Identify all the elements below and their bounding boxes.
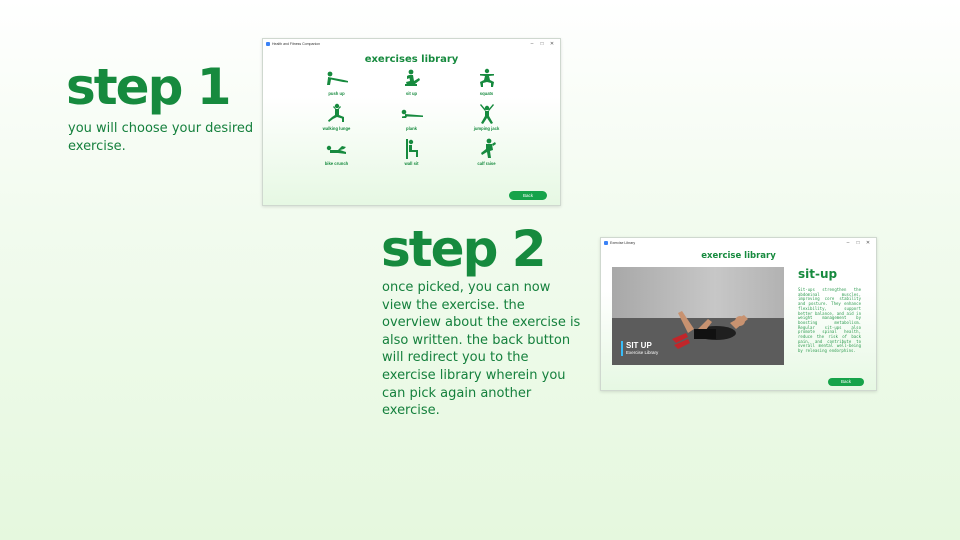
- plank-icon: [401, 109, 423, 118]
- exercise-detail-window: Exercise Library – □ ✕ exercise library …: [600, 237, 877, 391]
- exercise-tile-bike-crunch[interactable]: bike crunch: [299, 138, 374, 166]
- sit-up-icon: [404, 69, 420, 86]
- step1-title: step 1: [66, 58, 232, 116]
- walking-lunge-icon: [327, 103, 344, 122]
- video-subtitle: Exercise Library: [626, 350, 659, 355]
- close-icon[interactable]: ✕: [863, 240, 873, 246]
- video-caption: SIT UP Exercise Library: [621, 341, 658, 356]
- window-title: Exercise Library: [610, 240, 636, 245]
- window-titlebar: Health and Fitness Companion – □ ✕: [263, 39, 560, 48]
- sit-up-person-image: [672, 311, 748, 349]
- library-heading: exercises library: [364, 54, 459, 65]
- window-title: Health and Fitness Companion: [272, 41, 321, 46]
- jumping-jack-icon: [479, 104, 494, 124]
- window-titlebar: Exercise Library – □ ✕: [601, 238, 876, 247]
- back-button[interactable]: Back: [828, 377, 864, 386]
- exercise-label: sit up: [405, 91, 418, 96]
- step2-title: step 2: [381, 220, 547, 278]
- exercise-tile-calf-raise[interactable]: calf raise: [449, 138, 524, 166]
- library-heading: exercise library: [701, 251, 776, 261]
- close-icon[interactable]: ✕: [547, 41, 557, 47]
- maximize-icon[interactable]: □: [853, 240, 863, 246]
- exercise-tile-plank[interactable]: plank: [374, 103, 449, 131]
- minimize-icon[interactable]: –: [843, 240, 853, 246]
- exercise-label: push up: [328, 91, 345, 96]
- wall-sit-icon: [405, 139, 418, 159]
- maximize-icon[interactable]: □: [537, 41, 547, 47]
- exercise-label: squats: [479, 91, 494, 96]
- push-up-icon: [326, 71, 348, 85]
- exercise-tile-wall-sit[interactable]: wall sit: [374, 138, 449, 166]
- calf-raise-icon: [480, 138, 496, 158]
- exercise-label: jumping jack: [473, 126, 500, 131]
- exercise-tile-push-up[interactable]: push up: [299, 68, 374, 96]
- bike-crunch-icon: [326, 145, 346, 154]
- exercise-overview: Sit-ups strengthen the abdominal muscles…: [798, 287, 861, 354]
- exercise-video[interactable]: SIT UP Exercise Library: [612, 267, 784, 365]
- minimize-icon[interactable]: –: [527, 41, 537, 47]
- exercise-grid: push up sit up squats walking lunge plan…: [263, 65, 560, 166]
- exercise-tile-squats[interactable]: squats: [449, 68, 524, 96]
- exercise-label: plank: [406, 126, 417, 131]
- exercise-label: wall sit: [404, 161, 419, 166]
- exercise-name: sit-up: [798, 267, 838, 281]
- exercise-tile-sit-up[interactable]: sit up: [374, 68, 449, 96]
- app-icon: [604, 240, 608, 245]
- exercise-library-window: Health and Fitness Companion – □ ✕ exerc…: [262, 38, 561, 206]
- squat-icon: [479, 68, 494, 87]
- exercise-label: walking lunge: [322, 126, 351, 131]
- exercise-label: bike crunch: [324, 161, 349, 166]
- video-title: SIT UP: [626, 341, 652, 350]
- app-icon: [266, 41, 270, 46]
- exercise-tile-jumping-jack[interactable]: jumping jack: [449, 103, 524, 131]
- step2-description: once picked, you can now view the exerci…: [382, 280, 581, 419]
- exercise-label: calf raise: [477, 161, 496, 166]
- back-button[interactable]: Back: [509, 191, 547, 200]
- step1-description: you will choose your desired exercise.: [68, 121, 254, 154]
- exercise-tile-walking-lunge[interactable]: walking lunge: [299, 103, 374, 131]
